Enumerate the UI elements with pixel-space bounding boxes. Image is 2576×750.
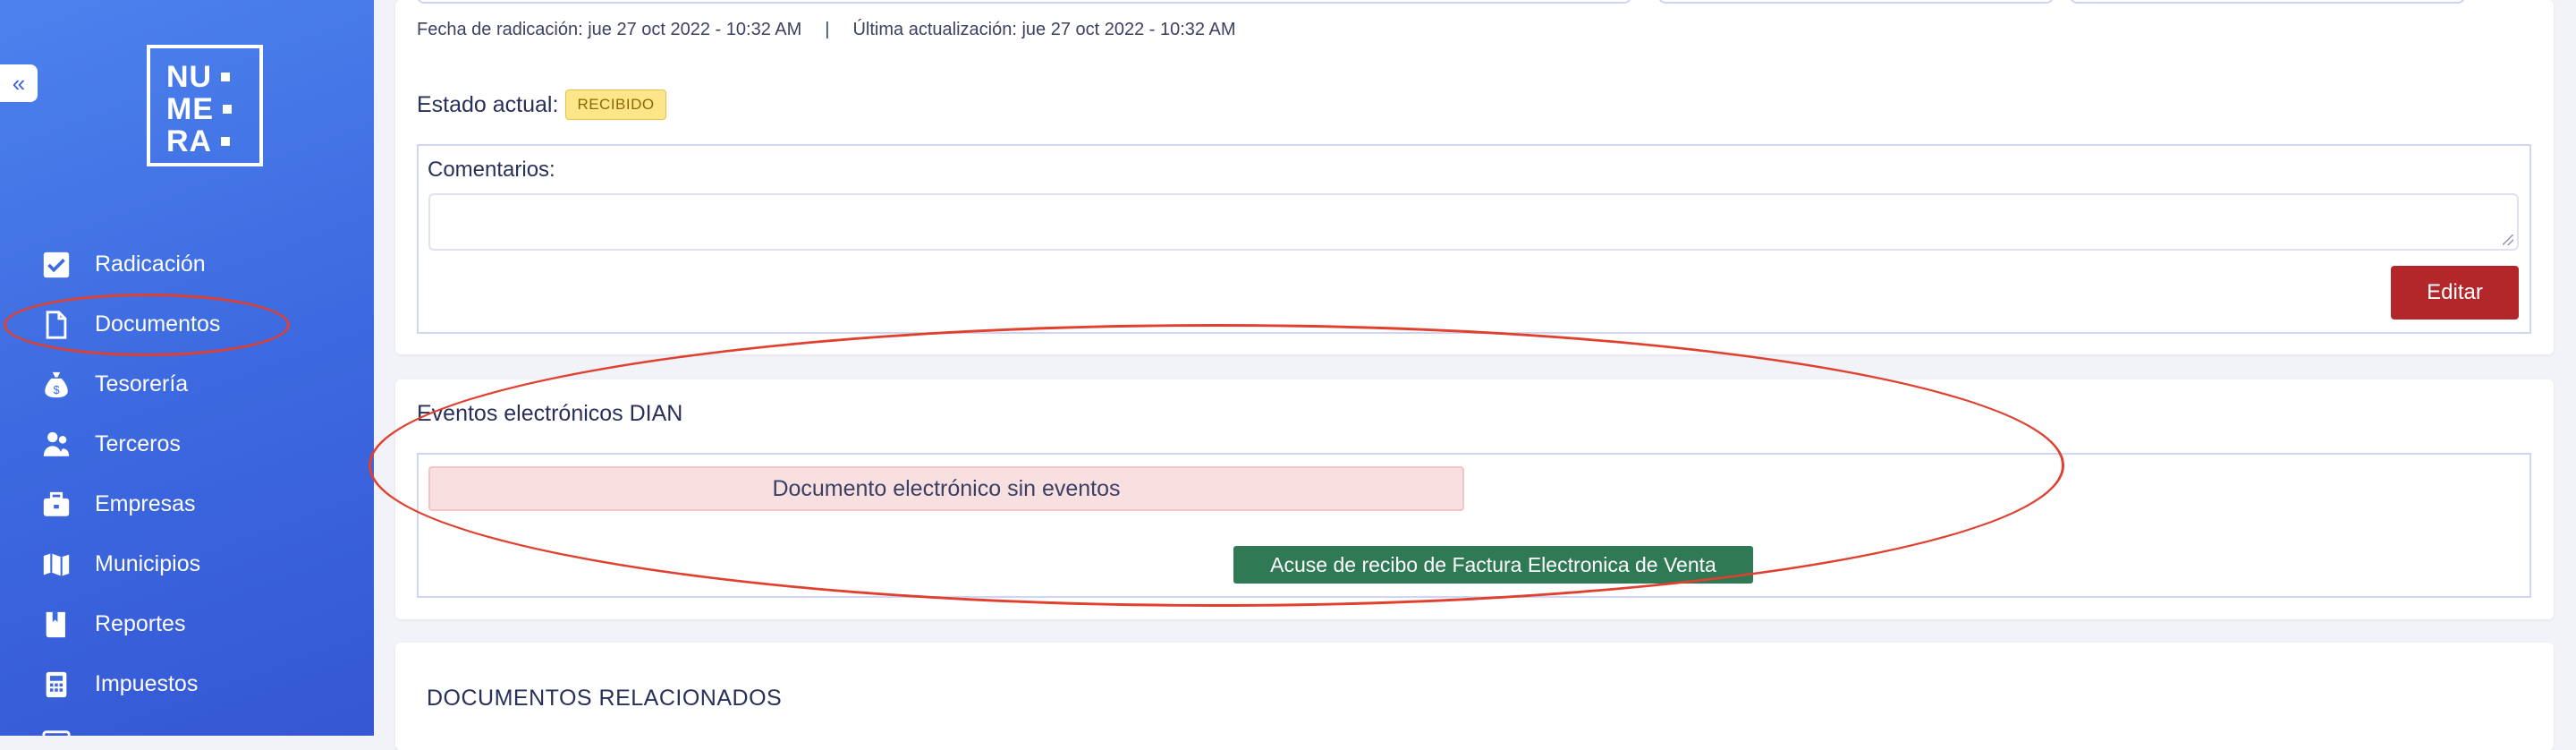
document-dates: Fecha de radicación: jue 27 oct 2022 - 1… <box>417 20 1236 40</box>
checkbox-icon <box>43 251 70 277</box>
annotation-circle-events <box>369 324 2064 607</box>
numera-logo[interactable]: NU ME RA <box>147 45 263 166</box>
related-documents-title: DOCUMENTOS RELACIONADOS <box>427 686 783 711</box>
comments-label: Comentarios: <box>428 158 555 182</box>
sidebar-item-terceros[interactable]: Terceros <box>0 414 374 474</box>
sidebar-item-label: Radicación <box>95 251 206 277</box>
people-icon <box>43 431 70 456</box>
money-bag-icon: $ <box>45 371 68 397</box>
logo-text-row-3: RA <box>166 124 213 158</box>
sidebar-item-radicacion[interactable]: Radicación <box>0 234 374 294</box>
book-icon <box>46 611 65 637</box>
date-separator: | <box>825 20 830 39</box>
sidebar-item-empresas[interactable]: Empresas <box>0 474 374 534</box>
logo-text-row-1: NU <box>166 60 213 94</box>
sidebar-item-label: Municipios <box>95 551 201 576</box>
annotation-circle-documentos <box>4 294 290 356</box>
collapse-sidebar-button[interactable]: « <box>0 64 38 102</box>
ultima-actualizacion: Última actualización: jue 27 oct 2022 - … <box>852 20 1236 39</box>
svg-text:$: $ <box>53 382 59 396</box>
sidebar-item-label: Tesorería <box>95 371 189 396</box>
sidebar-item-impuestos[interactable]: Impuestos <box>0 654 374 714</box>
edit-button[interactable]: Editar <box>2391 266 2519 320</box>
sidebar-item-label: Reportes <box>95 611 186 636</box>
estado-label: Estado actual: <box>417 91 559 117</box>
sidebar: « NU ME RA Radicación Documentos $ Tesor… <box>0 0 374 736</box>
double-chevron-left-icon: « <box>12 70 26 97</box>
sidebar-item-label: Terceros <box>95 431 181 456</box>
calculator-icon <box>46 671 67 697</box>
sidebar-item-reportes[interactable]: Reportes <box>0 594 374 654</box>
sidebar-item-municipios[interactable]: Municipios <box>0 534 374 594</box>
status-badge: RECIBIDO <box>565 89 666 120</box>
sidebar-item-label: Empresas <box>95 491 196 516</box>
sidebar-item-tesoreria[interactable]: $ Tesorería <box>0 354 374 414</box>
fecha-radicacion: Fecha de radicación: jue 27 oct 2022 - 1… <box>417 20 802 39</box>
sidebar-item-label: Impuestos <box>95 671 199 696</box>
resize-grip-icon[interactable] <box>2503 234 2513 245</box>
estado-actual: Estado actual: RECIBIDO <box>417 89 666 120</box>
top-field-edges <box>417 0 2510 4</box>
sidebar-item-partial[interactable] <box>0 714 374 736</box>
comments-textarea[interactable] <box>428 193 2519 251</box>
partial-icon <box>42 729 71 736</box>
logo-text-row-2: ME <box>166 92 214 126</box>
briefcase-icon <box>43 491 70 516</box>
map-icon <box>43 552 70 576</box>
